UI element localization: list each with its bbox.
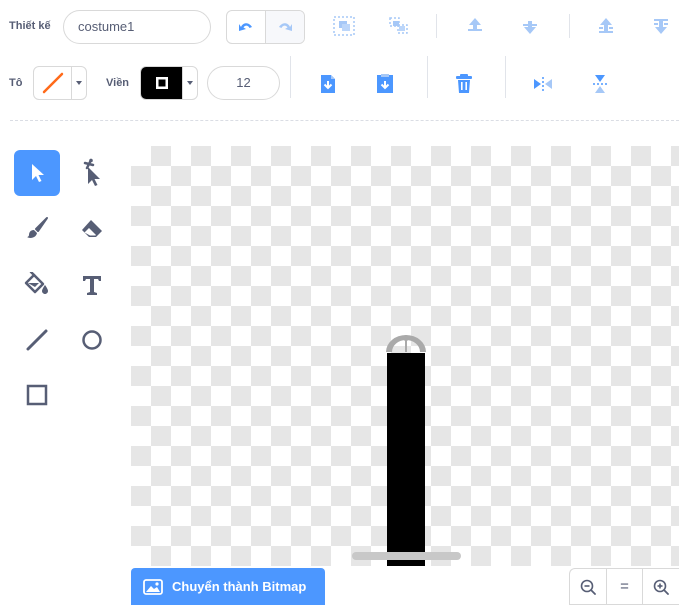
paste-button[interactable] (372, 70, 398, 98)
image-icon (143, 578, 163, 595)
costume-name-input[interactable]: costume1 (63, 10, 211, 44)
backward-button[interactable] (517, 12, 543, 40)
eraser-icon (82, 220, 102, 237)
chevron-down-icon (187, 81, 194, 85)
fill-swatch[interactable] (34, 67, 71, 99)
toolbar-divider (290, 56, 291, 98)
tool-fill[interactable] (14, 262, 60, 308)
front-button[interactable] (593, 12, 619, 40)
tool-rectangle[interactable] (14, 372, 60, 418)
convert-label: Chuyển thành Bitmap (172, 579, 307, 594)
horizontal-scrollbar (352, 552, 461, 560)
tool-circle[interactable] (69, 317, 115, 363)
toolbar-divider (505, 56, 506, 98)
toolbar-divider (436, 14, 437, 38)
outline-color-picker[interactable] (140, 66, 198, 100)
flip-horizontal-icon (534, 77, 552, 91)
tool-brush[interactable] (14, 205, 60, 251)
tool-reshape[interactable] (69, 150, 115, 196)
back-button[interactable] (648, 12, 674, 40)
redo-icon (279, 23, 292, 31)
design-label: Thiết kế (9, 20, 51, 32)
zoom-out-icon (580, 579, 596, 595)
black-line-shape (387, 353, 425, 566)
copy-icon (321, 75, 335, 93)
canvas-drawing (352, 335, 461, 566)
flip-vertical-icon (593, 75, 607, 93)
paint-bucket-icon (24, 272, 48, 294)
front-icon (599, 18, 613, 33)
trash-icon (456, 74, 472, 93)
chevron-down-icon (76, 81, 83, 85)
convert-to-bitmap-button[interactable]: Chuyển thành Bitmap (131, 568, 325, 605)
rectangle-icon (26, 384, 48, 406)
ungroup-button[interactable] (384, 12, 414, 40)
circle-icon (82, 330, 102, 350)
forward-icon (468, 18, 482, 31)
zoom-out-button[interactable] (570, 569, 606, 604)
undo-redo-group (226, 10, 305, 44)
tool-eraser[interactable] (69, 205, 115, 251)
brush-icon (27, 217, 48, 238)
ungroup-icon (389, 17, 408, 34)
tool-select[interactable] (14, 150, 60, 196)
undo-icon (239, 23, 252, 31)
zoom-reset-button[interactable]: = (605, 569, 643, 604)
arrow-pointer-icon (32, 164, 44, 182)
fill-none-icon (42, 72, 63, 94)
delete-button[interactable] (451, 70, 477, 98)
zoom-in-icon (653, 579, 670, 595)
zoom-reset-label: = (620, 578, 629, 595)
copy-button[interactable] (315, 70, 341, 98)
back-icon (654, 19, 668, 34)
tool-text[interactable] (69, 262, 115, 308)
group-button[interactable] (329, 12, 359, 40)
outline-label: Viền (106, 77, 130, 89)
toolbar-divider-dashed (10, 120, 679, 121)
outline-square-icon (155, 77, 168, 89)
toolbar-divider (569, 14, 570, 38)
forward-button[interactable] (462, 12, 488, 40)
outline-dropdown[interactable] (182, 67, 197, 99)
outline-swatch[interactable] (141, 67, 183, 99)
redo-button[interactable] (265, 11, 304, 43)
fill-color-picker[interactable] (33, 66, 87, 100)
undo-button[interactable] (227, 11, 265, 43)
fill-label: Tô (9, 77, 23, 89)
zoom-controls: = (569, 568, 679, 605)
tool-line[interactable] (14, 317, 60, 363)
toolbar-divider (427, 56, 428, 98)
zoom-in-button[interactable] (642, 569, 679, 604)
line-icon (26, 329, 48, 351)
drawing-canvas[interactable] (131, 146, 679, 566)
rotation-handle-knob (403, 335, 409, 341)
reshape-pointer-icon (83, 158, 100, 186)
backward-icon (523, 21, 537, 34)
group-icon (333, 16, 355, 36)
text-t-icon (83, 276, 101, 295)
fill-dropdown[interactable] (71, 67, 86, 99)
flip-vertical-button[interactable] (587, 70, 613, 98)
paste-icon (377, 74, 393, 93)
outline-size-input[interactable]: 12 (207, 66, 280, 100)
flip-horizontal-button[interactable] (530, 70, 556, 98)
